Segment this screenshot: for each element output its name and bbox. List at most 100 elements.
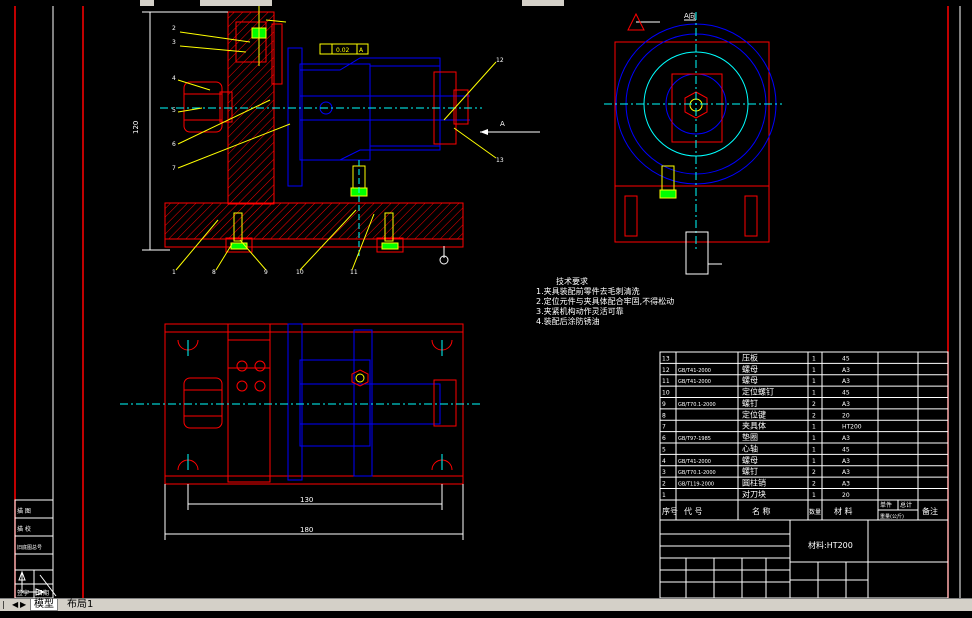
svg-text:5: 5: [172, 107, 176, 114]
parts-header-code: 代 号: [684, 506, 703, 516]
svg-text:11: 11: [350, 269, 358, 276]
first-tab-icon[interactable]: |◀: [2, 600, 10, 618]
tech-req-item: 1.夹具装配前零件去毛刺清洗: [536, 286, 640, 296]
tab-model[interactable]: 模型: [30, 599, 58, 611]
cad-drawing: 120 0.02 A A 2 3 4 5 6 7 1 8 9 10 11 12 …: [14, 0, 961, 598]
top-toolbar-fragments[interactable]: [140, 0, 564, 6]
parts-cell-material: A3: [842, 401, 850, 408]
parts-cell-no: 1: [662, 492, 666, 499]
svg-text:6: 6: [172, 141, 176, 148]
layout-tab-bar: |◀ ◀ ▶ 模型 布局1: [0, 598, 972, 618]
prev-tab-icon[interactable]: ◀: [12, 600, 20, 609]
svg-text:1: 1: [172, 269, 176, 276]
parts-cell-material: A3: [842, 458, 850, 465]
parts-cell-material: 20: [842, 412, 850, 419]
parts-cell-material: A3: [842, 481, 850, 488]
parts-header-weight-single: 单件: [880, 501, 892, 509]
svg-text:13: 13: [496, 157, 504, 164]
technical-requirements: 技术要求 1.夹具装配前零件去毛刺清洗 2.定位元件与夹具体配合牢固,不得松动 …: [536, 276, 674, 326]
parts-cell-no: 3: [662, 469, 666, 476]
parts-cell-name: 螺钉: [742, 398, 758, 408]
parts-cell-code: GB/T97-1985: [678, 436, 711, 442]
parts-cell-no: 13: [662, 355, 670, 362]
strip-label: 旧底图总号: [17, 544, 42, 551]
parts-cell-material: HT200: [842, 424, 862, 431]
parts-cell-no: 5: [662, 446, 666, 453]
svg-text:4: 4: [172, 75, 176, 82]
svg-text:12: 12: [496, 57, 504, 64]
parts-cell-no: 2: [662, 481, 666, 488]
strip-label: 描 图: [17, 507, 31, 515]
front-view: 120 0.02 A A 2 3 4 5 6 7 1 8 9 10 11 12 …: [132, 6, 540, 276]
tech-req-title: 技术要求: [556, 276, 588, 286]
parts-header-weight-total: 总计: [900, 501, 912, 509]
dim-plan-inner: 130: [300, 496, 313, 504]
parts-cell-material: A3: [842, 469, 850, 476]
svg-text:2: 2: [172, 25, 176, 32]
parts-list: 13 压板 1 4512 GB/T41-2000 螺母 1 A311 GB/T41-2000 螺母…: [659, 351, 949, 521]
parts-cell-qty: 1: [812, 424, 816, 431]
parts-cell-no: 4: [662, 458, 666, 465]
parts-cell-name: 对刀块: [742, 489, 766, 499]
parts-header-weight-caption: 重量(公斤): [880, 513, 904, 520]
parts-cell-qty: 2: [812, 412, 816, 419]
parts-cell-name: 垫圈: [742, 432, 758, 442]
parts-cell-no: 11: [662, 378, 670, 385]
parts-cell-qty: 2: [812, 469, 816, 476]
title-material: 材料:HT200: [808, 540, 853, 550]
parts-cell-material: A3: [842, 378, 850, 385]
parts-cell-name: 夹具体: [742, 421, 766, 431]
svg-text:9: 9: [264, 269, 268, 276]
parts-cell-code: GB/T41-2000: [678, 379, 711, 385]
a-view: A向: [604, 11, 782, 275]
tech-req-item: 4.装配后涂防锈油: [536, 316, 600, 326]
parts-cell-material: 45: [842, 390, 850, 397]
view-arrow-label: A: [500, 120, 505, 128]
left-revision-strip: 描 图 描 校 旧底图总号 签字 日期: [14, 499, 57, 598]
parts-cell-name: 定位螺钉: [742, 387, 774, 397]
parts-cell-no: 7: [662, 424, 666, 431]
parts-cell-code: GB/T70.1-2000: [678, 402, 716, 408]
parts-cell-no: 12: [662, 367, 670, 374]
tech-req-item: 3.夹紧机构动作灵活可靠: [536, 306, 624, 316]
cad-drawing-canvas[interactable]: 120 0.02 A A 2 3 4 5 6 7 1 8 9 10 11 12 …: [0, 0, 972, 598]
strip-label: 描 校: [17, 525, 31, 533]
title-block: 材料:HT200: [659, 519, 949, 598]
parts-header-name: 名 称: [752, 506, 771, 516]
next-tab-icon[interactable]: ▶: [20, 600, 28, 609]
parts-cell-qty: 1: [812, 458, 816, 465]
parts-cell-code: GB/T41-2000: [678, 368, 711, 374]
parts-cell-qty: 1: [812, 390, 816, 397]
svg-text:10: 10: [296, 269, 304, 276]
parts-cell-no: 10: [662, 390, 670, 397]
strip-sign-label: 签字: [17, 589, 29, 597]
parts-cell-name: 心轴: [742, 443, 758, 453]
parts-cell-material: A3: [842, 367, 850, 374]
tab-layout1[interactable]: 布局1: [64, 599, 96, 610]
parts-cell-code: GB/T41-2000: [678, 459, 711, 465]
dim-side-height: 120: [132, 121, 140, 134]
parts-cell-material: 20: [842, 492, 850, 499]
parts-cell-no: 9: [662, 401, 666, 408]
parts-cell-no: 8: [662, 412, 666, 419]
a-view-label: A向: [684, 11, 696, 20]
parts-cell-code: GB/T119-2000: [678, 482, 714, 488]
parts-cell-name: 螺母: [742, 364, 758, 374]
tolerance-datum: A: [359, 47, 364, 54]
parts-cell-no: 6: [662, 435, 666, 442]
parts-cell-qty: 2: [812, 401, 816, 408]
parts-header-qty: 数量: [809, 508, 821, 516]
parts-cell-qty: 1: [812, 446, 816, 453]
parts-cell-material: A3: [842, 435, 850, 442]
parts-cell-material: 45: [842, 446, 850, 453]
parts-cell-name: 定位键: [742, 409, 766, 419]
parts-cell-name: 螺母: [742, 375, 758, 385]
parts-header-note: 备注: [922, 506, 938, 516]
parts-header-no: 序号: [662, 506, 678, 516]
parts-cell-name: 螺钉: [742, 466, 758, 476]
parts-cell-material: 45: [842, 355, 850, 362]
parts-cell-qty: 2: [812, 481, 816, 488]
parts-header-material: 材 料: [834, 506, 853, 516]
parts-cell-qty: 1: [812, 355, 816, 362]
parts-cell-name: 压板: [742, 352, 758, 362]
